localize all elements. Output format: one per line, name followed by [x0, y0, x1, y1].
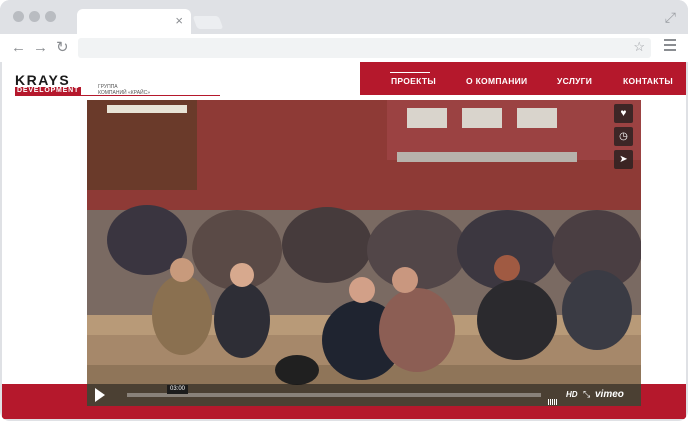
- window-minimize-dot[interactable]: [29, 11, 40, 22]
- video-frame-image: [87, 100, 641, 406]
- window-maximize-dot[interactable]: [45, 11, 56, 22]
- logo-subtitle: DEVELOPMENT: [15, 87, 82, 95]
- nav-item-about[interactable]: О КОМПАНИИ: [466, 76, 527, 86]
- video-player[interactable]: ♥ ◷ ➤ 03:00 HD ⤡ vimeo: [87, 100, 641, 406]
- hd-toggle[interactable]: HD: [566, 390, 578, 399]
- browser-titlebar: × ⤢: [0, 0, 688, 34]
- vimeo-logo[interactable]: vimeo: [595, 389, 624, 400]
- fullscreen-icon[interactable]: ⤡: [583, 389, 590, 400]
- address-bar[interactable]: ☆: [78, 38, 651, 58]
- browser-menu-icon[interactable]: [664, 39, 676, 54]
- back-icon[interactable]: ←: [11, 38, 26, 58]
- video-controls: 03:00 HD ⤡ vimeo: [87, 384, 641, 406]
- progress-bar[interactable]: 03:00: [127, 385, 541, 397]
- new-tab-button[interactable]: [192, 16, 224, 29]
- video-actions: ♥ ◷ ➤: [614, 104, 633, 173]
- tab-close-icon[interactable]: ×: [175, 13, 183, 29]
- nav-item-contacts[interactable]: КОНТАКТЫ: [623, 76, 673, 86]
- expand-icon[interactable]: ⤢: [665, 9, 676, 26]
- send-icon[interactable]: ➤: [614, 150, 633, 169]
- logo-title: KRAYS: [15, 72, 71, 88]
- volume-icon[interactable]: [548, 392, 558, 406]
- logo-divider: [15, 95, 220, 96]
- main-nav: ПРОЕКТЫ О КОМПАНИИ УСЛУГИ КОНТАКТЫ: [360, 62, 686, 95]
- forward-icon[interactable]: →: [33, 38, 48, 58]
- nav-item-projects[interactable]: ПРОЕКТЫ: [391, 76, 436, 86]
- clock-icon[interactable]: ◷: [614, 127, 633, 146]
- nav-item-services[interactable]: УСЛУГИ: [557, 76, 592, 86]
- browser-toolbar: ← → ↻ ☆: [0, 34, 688, 62]
- play-icon[interactable]: [95, 388, 105, 402]
- browser-window: × ⤢ ← → ↻ ☆ KRAYS DEVELOPMENT ГРУППА КОМ…: [0, 0, 688, 421]
- web-page: KRAYS DEVELOPMENT ГРУППА КОМПАНИЙ «КРАЙС…: [2, 62, 686, 419]
- browser-tab[interactable]: ×: [77, 9, 191, 34]
- timecode-label: 03:00: [167, 385, 189, 394]
- window-close-dot[interactable]: [13, 11, 24, 22]
- bookmark-star-icon[interactable]: ☆: [633, 39, 645, 55]
- nav-active-indicator: [390, 72, 430, 73]
- reload-icon[interactable]: ↻: [56, 38, 69, 58]
- heart-icon[interactable]: ♥: [614, 104, 633, 123]
